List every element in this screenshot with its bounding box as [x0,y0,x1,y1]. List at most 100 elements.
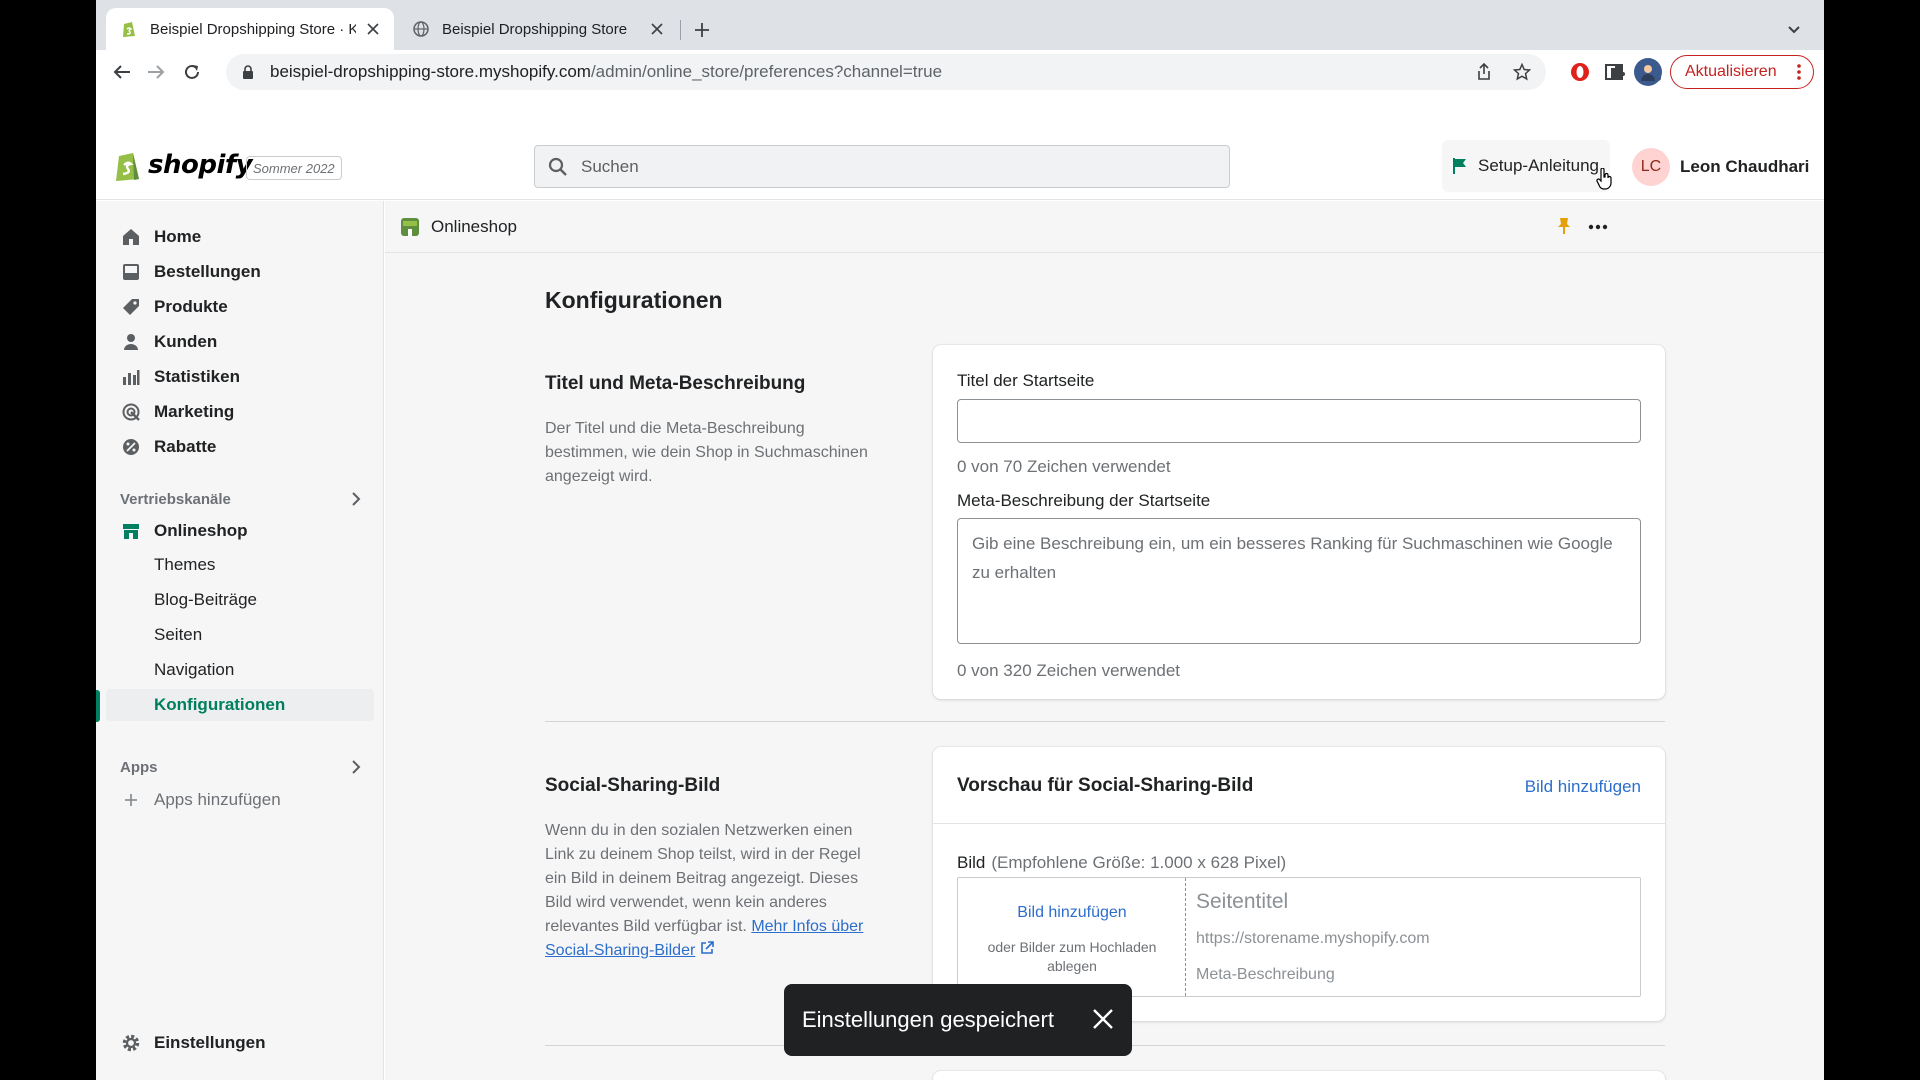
sidebar-subitem-blog-posts[interactable]: Blog-Beiträge [106,584,374,616]
sidebar-item-label: Rabatte [154,437,217,456]
sidebar-item-products[interactable]: Produkte [106,291,374,323]
setup-label: Setup-Anleitung [1478,156,1599,175]
add-apps-link[interactable]: Apps hinzufügen [120,789,281,811]
meta-desc-label: Meta-Beschreibung der Startseite [957,491,1211,510]
tab-strip: Beispiel Dropshipping Store · K Beispiel… [96,0,1824,50]
user-menu[interactable]: LC Leon Chaudhari [1632,148,1809,186]
url-host: beispiel-dropshipping-store.myshopify.co… [270,62,591,81]
home-title-char-count: 0 von 70 Zeichen verwendet [957,457,1171,476]
shopify-bag-icon [116,153,139,181]
tab-search-chevron-icon[interactable] [1782,18,1806,42]
forward-arrow-icon[interactable] [142,58,170,86]
browser-profile-avatar[interactable] [1634,58,1662,86]
plus-icon [120,789,142,811]
section-divider [545,721,1665,722]
sidebar-item-analytics[interactable]: Statistiken [106,361,374,393]
social-card-title: Vorschau für Social-Sharing-Bild [957,775,1254,796]
person-icon [120,331,142,353]
sidebar-item-label: Bestellungen [154,262,261,281]
tab-title: Beispiel Dropshipping Store [442,20,628,38]
sidebar-item-label: Marketing [154,402,235,421]
sidebar-subitem-navigation[interactable]: Navigation [106,654,374,686]
sidebar-item-discounts[interactable]: Rabatte [106,431,374,463]
search-input[interactable]: Suchen [534,145,1230,188]
sidebar-item-online-store[interactable]: Onlineshop [106,515,374,547]
external-link-icon[interactable] [700,941,714,959]
chevron-right-icon[interactable] [346,757,366,777]
meta-desc-textarea[interactable]: Gib eine Beschreibung ein, um ein besser… [957,518,1641,644]
shopify-topbar: shopify Sommer 2022 Suchen Setup-Anleitu… [96,132,1824,200]
next-section-card [933,1071,1665,1080]
sidebar-item-label: Einstellungen [154,1033,266,1052]
orders-icon [120,261,142,283]
shopify-favicon-icon [120,20,138,38]
image-size-hint: (Empfohlene Größe: 1.000 x 628 Pixel) [991,853,1287,872]
user-name: Leon Chaudhari [1680,157,1810,176]
bookmark-star-icon[interactable] [1512,62,1532,82]
main-content: Onlineshop Konfigurationen Titel und Met… [385,201,1824,1080]
update-browser-button[interactable]: Aktualisieren [1670,55,1814,89]
add-apps-label: Apps hinzufügen [154,790,281,809]
side-panel-icon[interactable] [1602,60,1626,84]
add-image-link[interactable]: Bild hinzufügen [1525,777,1641,797]
breadcrumb[interactable]: Onlineshop [431,217,517,237]
pin-icon[interactable] [1556,217,1572,240]
sidebar-item-orders[interactable]: Bestellungen [106,256,374,288]
sidebar-item-customers[interactable]: Kunden [106,326,374,358]
sidebar-item-label: Kunden [154,332,218,351]
kebab-menu-icon [1797,64,1801,85]
apps-label: Apps [120,759,158,776]
opera-extension-icon[interactable] [1568,60,1592,84]
card-divider [933,823,1665,824]
globe-icon [412,20,430,38]
social-image-card: Vorschau für Social-Sharing-Bild Bild hi… [933,747,1665,1021]
address-bar[interactable]: beispiel-dropshipping-store.myshopify.co… [226,54,1546,90]
search-placeholder: Suchen [581,156,639,176]
close-tab-icon[interactable] [364,20,382,38]
page-title: Konfigurationen [545,287,723,313]
preview-description: Meta-Beschreibung [1196,966,1335,983]
flag-icon [1452,157,1468,175]
dropzone-hint: oder Bilder zum Hochladen ablegen [987,939,1157,974]
edition-badge: Sommer 2022 [246,156,342,180]
dropzone-add-image-link[interactable]: Bild hinzufügen [958,904,1186,922]
online-store-icon [399,216,421,238]
sidebar-item-marketing[interactable]: Marketing [106,396,374,428]
close-icon[interactable] [1092,1008,1114,1036]
setup-guide-button[interactable]: Setup-Anleitung [1442,140,1610,192]
chevron-right-icon[interactable] [346,489,366,509]
sidebar-item-label: Onlineshop [154,521,248,540]
page-header: Onlineshop [385,201,1824,253]
hand-cursor-icon [1596,167,1614,195]
search-icon [547,156,569,178]
sidebar-item-settings[interactable]: Einstellungen [106,1027,374,1059]
update-label: Aktualisieren [1685,63,1777,80]
preview-title: Seitentitel [1196,890,1289,913]
tag-icon [120,296,142,318]
analytics-icon [120,366,142,388]
tab-active[interactable]: Beispiel Dropshipping Store · K [106,8,394,50]
share-icon[interactable] [1474,62,1494,82]
logo-wordmark: shopify [148,150,253,180]
sidebar-item-label: Statistiken [154,367,240,386]
close-tab-icon[interactable] [648,20,666,38]
back-arrow-icon[interactable] [108,58,136,86]
more-actions-icon[interactable] [1588,217,1608,235]
image-dropzone[interactable]: Bild hinzufügen oder Bilder zum Hochlade… [958,878,1186,996]
meta-desc-char-count: 0 von 320 Zeichen verwendet [957,661,1181,680]
sidebar-subitem-pages[interactable]: Seiten [106,619,374,651]
shopify-logo[interactable]: shopify [114,148,253,182]
avatar: LC [1632,148,1670,186]
image-label-text: Bild [957,853,986,872]
home-title-input[interactable] [957,399,1641,443]
new-tab-icon[interactable] [688,16,716,44]
reload-icon[interactable] [178,58,206,86]
toast-notification: Einstellungen gespeichert [784,984,1132,1056]
tab-inactive[interactable]: Beispiel Dropshipping Store [398,8,678,50]
sidebar-item-home[interactable]: Home [106,221,374,253]
tab-title: Beispiel Dropshipping Store · K [150,20,356,38]
sidebar-subitem-themes[interactable]: Themes [106,549,374,581]
browser-toolbar: beispiel-dropshipping-store.myshopify.co… [96,50,1824,94]
sidebar-subitem-preferences[interactable]: Konfigurationen [106,689,374,721]
image-label: Bild (Empfohlene Größe: 1.000 x 628 Pixel… [957,853,1286,873]
